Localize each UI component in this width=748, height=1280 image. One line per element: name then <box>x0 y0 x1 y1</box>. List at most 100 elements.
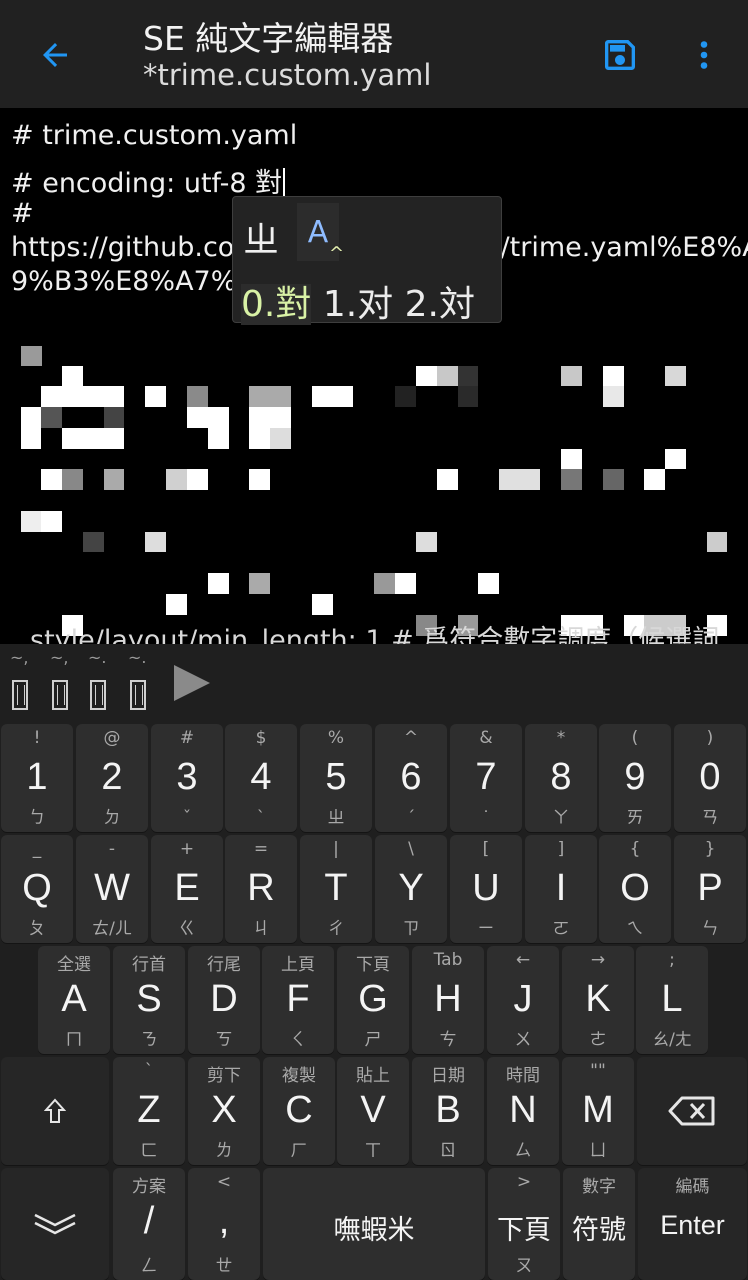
key-bopomofo-label: ㄟ <box>626 919 644 939</box>
candidate-bar-item[interactable]: ~. <box>128 648 164 718</box>
key-bopomofo-label: ㄓ <box>327 808 345 828</box>
play-icon[interactable] <box>172 664 212 702</box>
key-label: Z <box>137 1089 161 1131</box>
key-r[interactable]: = R ㄐ <box>225 835 297 943</box>
key-secondary-label: 貼上 <box>356 1066 390 1086</box>
key-label: N <box>509 1089 537 1131</box>
key-6[interactable]: ^ 6 ˊ <box>375 724 447 832</box>
key-v[interactable]: 貼上 V ㄒ <box>337 1057 409 1165</box>
key-secondary-label: } <box>704 839 716 859</box>
key-secondary-label: 編碼 <box>675 1177 710 1197</box>
candidate-bar-item[interactable]: ~. <box>88 648 124 718</box>
key-5[interactable]: % 5 ㄓ <box>300 724 372 832</box>
key-e[interactable]: + E ㄍ <box>151 835 223 943</box>
key-bopomofo-label: ㄢ <box>701 808 719 828</box>
candidate-item-selected[interactable]: 0.對 <box>241 284 312 325</box>
key-label: B <box>435 1089 461 1131</box>
backspace-key[interactable] <box>637 1057 747 1165</box>
key-bopomofo-label: ㄨ <box>514 1030 532 1050</box>
text-editor[interactable]: # trime.custom.yaml # encoding: utf-8 對 … <box>0 108 748 644</box>
key-label: W <box>94 867 130 909</box>
key-label: 1 <box>26 756 48 798</box>
key-secondary-label: @ <box>103 728 121 748</box>
candidate-bar-item[interactable]: ~, <box>50 648 86 718</box>
app-title: SE 純文字編輯器 <box>143 19 394 58</box>
key-7[interactable]: & 7 ˙ <box>450 724 522 832</box>
missing-glyph-icon <box>90 680 106 710</box>
back-button[interactable] <box>30 30 80 80</box>
key-l[interactable]: ; L ㄠ/ㄤ <box>636 946 708 1054</box>
key-label: 下頁 <box>497 1215 551 1246</box>
key-bopomofo-label: ˇ <box>182 808 192 828</box>
key-secondary-label: 數字 <box>582 1177 616 1197</box>
page-down-key[interactable]: > 下頁ㄡ <box>488 1168 560 1280</box>
key-bopomofo-label: ㄛ <box>552 919 570 939</box>
more-options-button[interactable] <box>686 32 722 78</box>
key-0[interactable]: ) 0 ㄢ <box>674 724 746 832</box>
key-b[interactable]: 日期 B ㄖ <box>412 1057 484 1165</box>
key-bopomofo-label: ㄉ <box>103 808 121 828</box>
space-key[interactable]: 嘸蝦米 <box>263 1168 485 1280</box>
key-f[interactable]: 上頁 F ㄑ <box>262 946 334 1054</box>
comma-key[interactable]: <, ㄝ <box>188 1168 260 1280</box>
slash-key[interactable]: 方案 / ㄥ <box>113 1168 185 1280</box>
key-bopomofo-label: ㄡ <box>515 1256 533 1276</box>
key-c[interactable]: 複製 C ㄏ <box>263 1057 335 1165</box>
key-secondary-label: & <box>479 728 493 748</box>
key-bopomofo-label: ㄋ <box>140 1030 158 1050</box>
key-3[interactable]: #3 ˇ <box>151 724 223 832</box>
key-d[interactable]: 行尾 D ㄎ <box>188 946 260 1054</box>
key-j[interactable]: ← J ㄨ <box>487 946 559 1054</box>
key-bopomofo-label: ㄗ <box>402 919 420 939</box>
key-k[interactable]: → K ㄜ <box>562 946 634 1054</box>
key-secondary-label: ` <box>144 1061 154 1081</box>
key-secondary-label: 時間 <box>506 1066 540 1086</box>
save-button[interactable] <box>597 32 643 78</box>
candidate-item[interactable]: 1.对 2.対 <box>323 284 475 325</box>
key-p[interactable]: } P ㄣ <box>674 835 746 943</box>
key-n[interactable]: 時間 N ㄙ <box>487 1057 559 1165</box>
key-bopomofo-label: ˊ <box>406 808 416 828</box>
key-1[interactable]: ! 1 ㄅ <box>1 724 73 832</box>
ime-candidate-popup: ㄓ A ^ 0.對 1.对 2.対 <box>232 196 502 325</box>
key-bopomofo-label: ㄔ <box>327 919 345 939</box>
key-g[interactable]: 下頁 G ㄕ <box>337 946 409 1054</box>
symbols-key[interactable]: 數字 符號 <box>563 1168 635 1280</box>
key-secondary-label: _ <box>32 839 42 859</box>
key-x[interactable]: 剪下 X ㄌ <box>188 1057 260 1165</box>
key-bopomofo-label: ㄧ <box>477 919 495 939</box>
key-u[interactable]: [U ㄧ <box>450 835 522 943</box>
key-label: 2 <box>101 756 123 798</box>
editor-line-partial: style/layout/min_length: 1 # 爲符合數字調度（候選詞 <box>30 625 720 644</box>
candidate-bar-hint: ~. <box>88 648 107 667</box>
key-o[interactable]: {O ㄟ <box>599 835 671 943</box>
key-w[interactable]: - W ㄊ/ㄦ <box>76 835 148 943</box>
key-9[interactable]: (9 ㄞ <box>599 724 671 832</box>
key-bopomofo-label: ㄞ <box>626 808 644 828</box>
candidate-bar-item[interactable]: ~, <box>10 648 46 718</box>
candidate-bar-hint: ~. <box>128 648 147 667</box>
key-label: P <box>697 867 723 909</box>
enter-key[interactable]: 編碼 Enter <box>638 1168 747 1280</box>
key-bopomofo-label: ㄇ <box>65 1030 83 1050</box>
composition-text: ㄓ <box>243 220 280 261</box>
key-y[interactable]: \ Y ㄗ <box>375 835 447 943</box>
caret-indicator: ^ <box>329 243 345 264</box>
key-q[interactable]: _ Q ㄆ <box>1 835 73 943</box>
candidate-bar-hint: ~, <box>10 648 29 667</box>
key-s[interactable]: 行首 S ㄋ <box>113 946 185 1054</box>
key-a[interactable]: 全選 A ㄇ <box>38 946 110 1054</box>
key-z[interactable]: ` Z ㄈ <box>113 1057 185 1165</box>
key-bopomofo-label: ㄣ <box>701 919 719 939</box>
key-label: 嘸蝦米 <box>333 1215 415 1246</box>
key-secondary-label: > <box>516 1172 532 1192</box>
key-t[interactable]: | T ㄔ <box>300 835 372 943</box>
key-m[interactable]: "" M ㄩ <box>562 1057 634 1165</box>
key-i[interactable]: ] I ㄛ <box>525 835 597 943</box>
collapse-keyboard-key[interactable] <box>1 1168 109 1280</box>
key-8[interactable]: * 8 ㄚ <box>525 724 597 832</box>
key-2[interactable]: @2 ㄉ <box>76 724 148 832</box>
key-h[interactable]: Tab H ㄘ <box>412 946 484 1054</box>
key-4[interactable]: $4 ˋ <box>225 724 297 832</box>
shift-key[interactable] <box>1 1057 109 1165</box>
